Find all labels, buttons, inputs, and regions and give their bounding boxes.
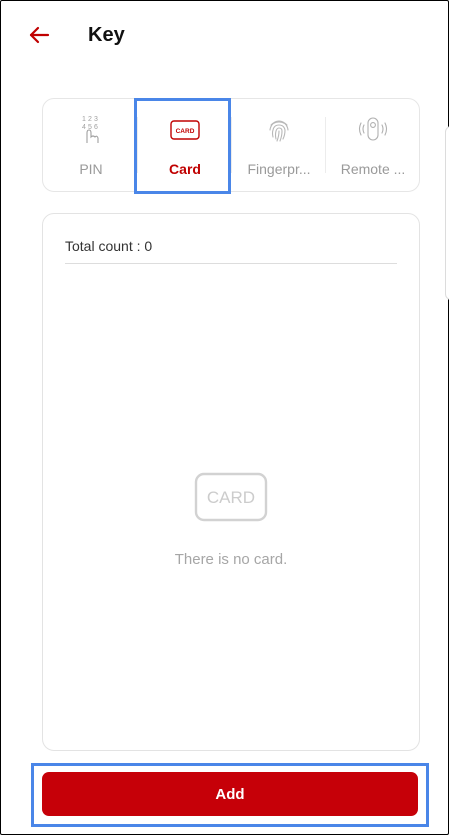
empty-state-icon-wrap: CARD <box>43 472 419 522</box>
svg-text:1: 1 <box>82 116 86 123</box>
tab-divider <box>231 117 232 173</box>
tab-fingerprint[interactable]: Fingerpr... <box>233 99 325 191</box>
empty-state-message: There is no card. <box>174 551 288 568</box>
empty-card-icon: CARD <box>194 472 268 522</box>
tab-label-pin: PIN <box>79 161 103 177</box>
tab-card[interactable]: CARD Card <box>139 99 231 191</box>
tab-label-fingerprint: Fingerpr... <box>247 161 311 177</box>
svg-text:3: 3 <box>94 116 98 123</box>
svg-text:2: 2 <box>88 116 92 123</box>
back-button[interactable] <box>24 20 54 50</box>
page-title: Key <box>88 24 125 46</box>
tab-pin[interactable]: 1 2 3 4 5 6 PIN <box>45 99 137 191</box>
empty-card-icon-text: CARD <box>207 488 255 507</box>
svg-text:4: 4 <box>82 124 86 131</box>
adjacent-panel-edge <box>445 126 449 300</box>
tab-remote[interactable]: Remote ... <box>327 99 419 191</box>
back-arrow-icon <box>29 26 50 44</box>
svg-text:6: 6 <box>94 124 98 131</box>
tab-divider <box>325 117 326 173</box>
card-icon: CARD <box>170 120 200 140</box>
card-list: Total count : 0 CARD There is no card. <box>42 213 420 751</box>
add-button-label: Add <box>215 785 245 803</box>
tab-label-card: Card <box>169 161 201 177</box>
tab-divider <box>137 117 138 173</box>
app-header: Key <box>0 0 449 76</box>
card-icon-text: CARD <box>176 128 195 135</box>
key-type-tabs: 1 2 3 4 5 6 PIN CARD Card Fingerpr... Re… <box>42 98 420 192</box>
keypad-icon: 1 2 3 4 5 6 <box>82 116 99 143</box>
add-button[interactable]: Add <box>42 772 418 816</box>
total-count: Total count : 0 <box>65 238 153 254</box>
fingerprint-icon <box>269 120 289 142</box>
tab-label-remote: Remote ... <box>340 161 406 177</box>
divider <box>65 263 397 264</box>
remote-icon <box>358 117 388 141</box>
